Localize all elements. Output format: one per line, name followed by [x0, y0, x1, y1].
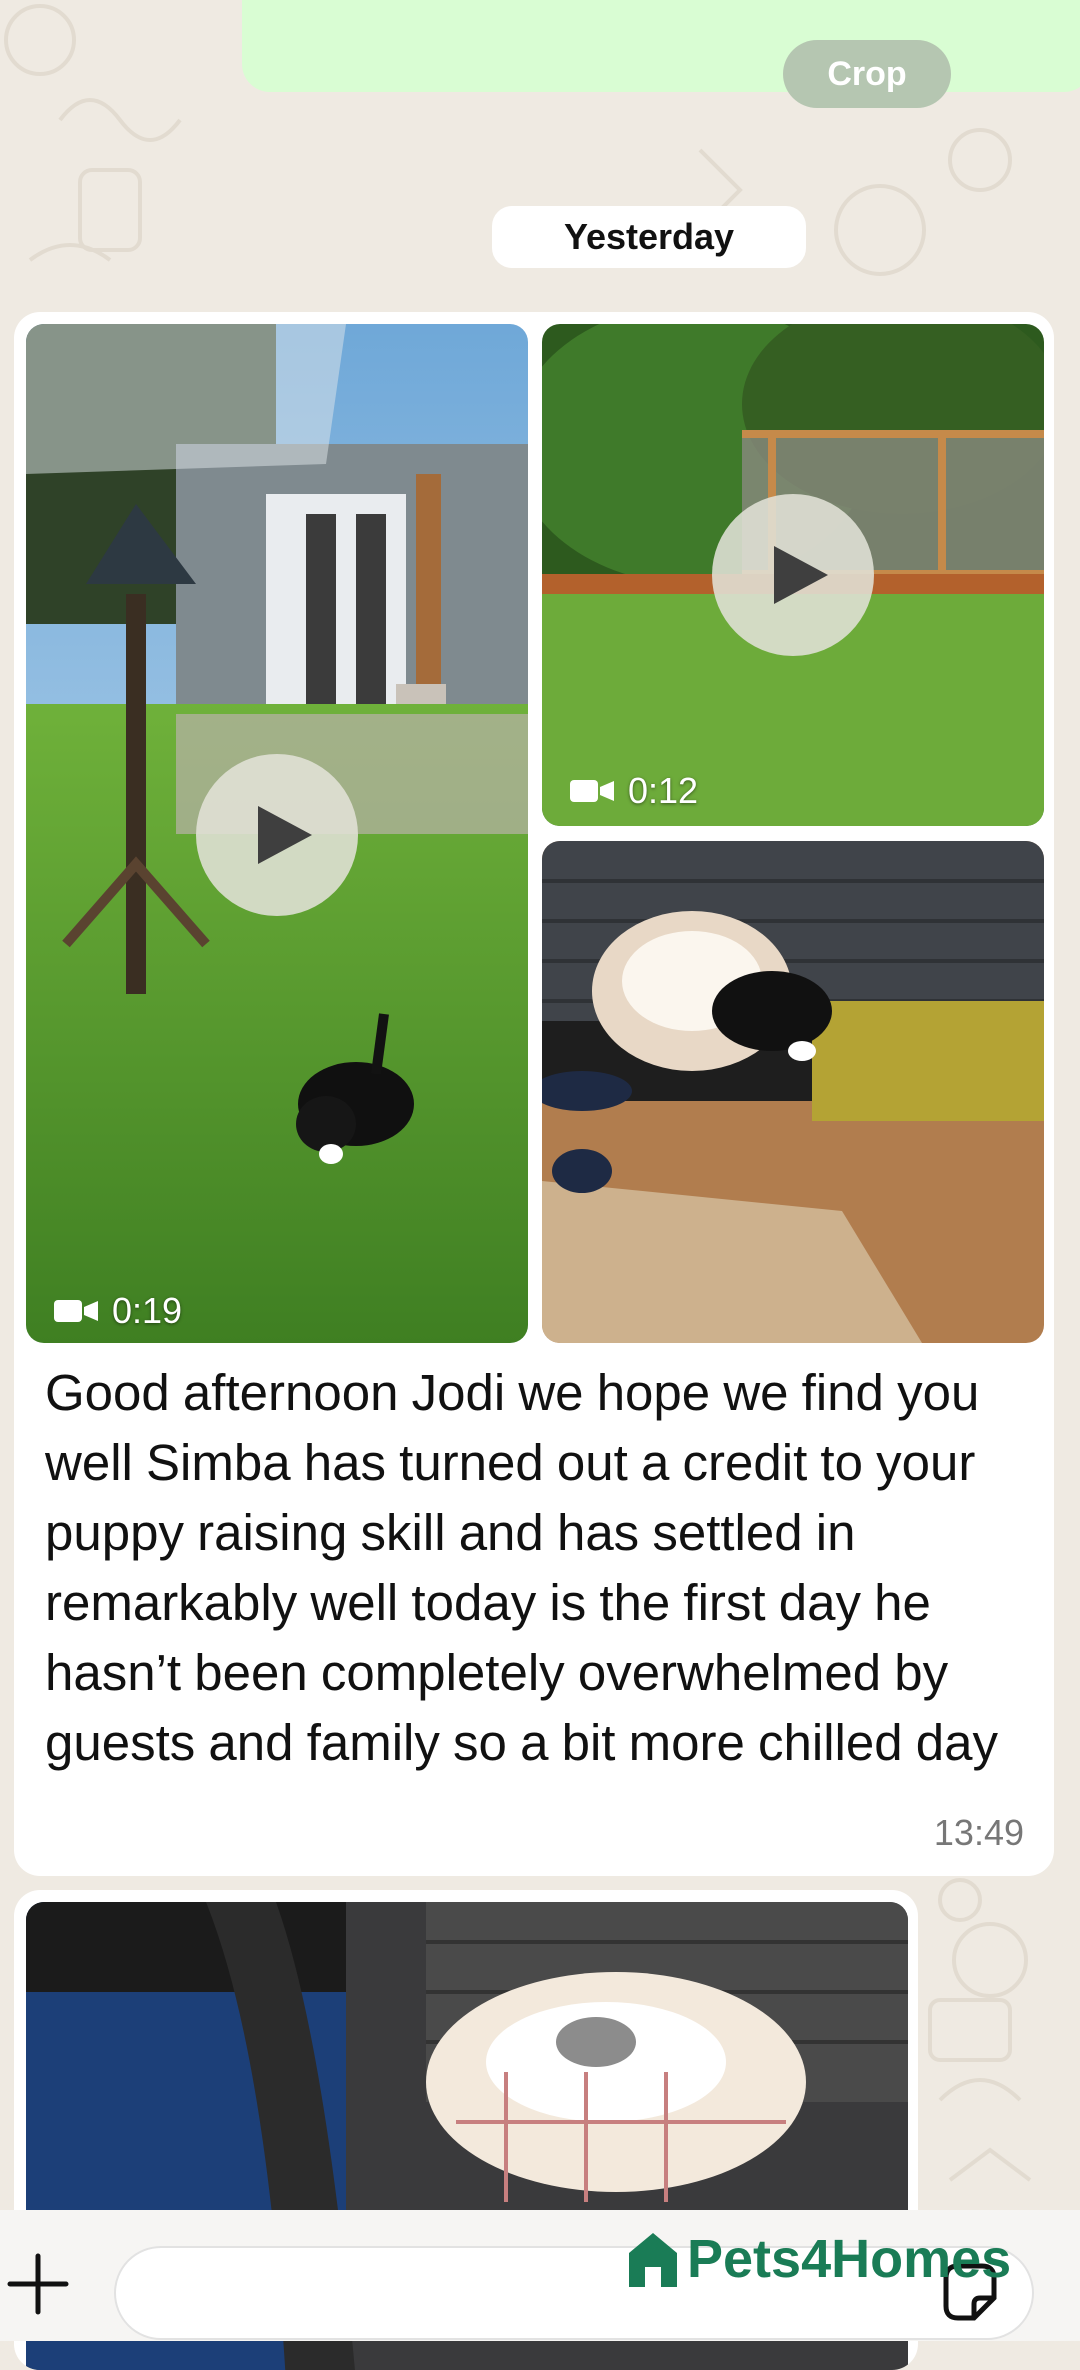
video-thumbnail-garden[interactable]: 0:19 [26, 324, 528, 1343]
video-duration-text: 0:19 [112, 1290, 183, 1331]
play-button[interactable] [196, 754, 358, 916]
play-button[interactable] [712, 494, 874, 656]
message-timestamp: 13:49 [933, 1812, 1024, 1853]
crop-button[interactable]: Crop [783, 40, 951, 108]
video-duration: 0:12 [570, 770, 698, 812]
plus-icon[interactable] [0, 2246, 76, 2322]
video-thumbnail-lawn[interactable]: 0:12 [542, 324, 1044, 826]
incoming-message-bubble[interactable]: 0:19 0:12 Good afternoon Jodi we hope we… [14, 312, 1054, 1876]
photo-thumbnail-puppy-bed[interactable] [542, 841, 1044, 1343]
video-camera-icon [54, 1300, 98, 1322]
video-camera-icon [570, 780, 614, 802]
watermark-text: Pets4Homes [687, 2229, 1012, 2289]
outgoing-message-bubble[interactable]: Crop [242, 0, 1080, 108]
pets4homes-logo-icon [629, 2233, 677, 2287]
video-duration: 0:19 [54, 1290, 182, 1332]
video-duration-text: 0:12 [628, 770, 699, 811]
date-divider: Yesterday [492, 206, 806, 268]
pets4homes-watermark: Pets4Homes [625, 2228, 1011, 2290]
message-text: Good afternoon Jodi we hope we find you … [45, 1364, 998, 1771]
puppy-on-bed-image [542, 841, 1044, 1343]
